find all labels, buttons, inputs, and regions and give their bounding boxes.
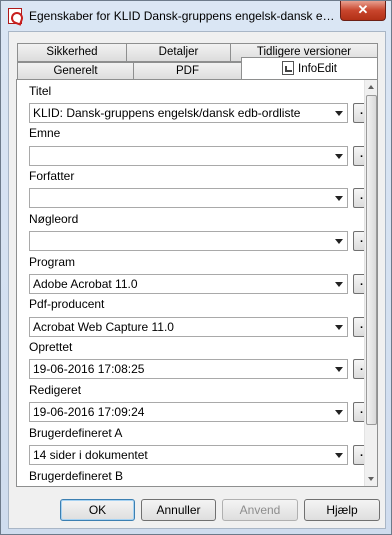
brugerdefineret-a-combobox[interactable]: 14 sider i dokumentet (29, 445, 348, 465)
field-label-pdf-producent: Pdf-producent (29, 297, 105, 311)
redigeret-dot-button[interactable]: . (353, 402, 364, 422)
window-title: Egenskaber for KLID Dansk-gruppens engel… (29, 9, 339, 23)
oprettet-dot-button[interactable]: . (353, 359, 364, 379)
chevron-down-icon[interactable] (335, 325, 343, 330)
program-combobox[interactable]: Adobe Acrobat 11.0 (29, 274, 348, 294)
chevron-down-icon[interactable] (335, 453, 343, 458)
vertical-scrollbar[interactable] (364, 80, 377, 486)
scrollbar-thumb[interactable] (366, 95, 377, 425)
chevron-down-icon[interactable] (335, 111, 343, 116)
emne-combobox[interactable] (29, 146, 348, 166)
properties-dialog: Egenskaber for KLID Dansk-gruppens engel… (0, 0, 392, 535)
pdf-producent-combobox[interactable]: Acrobat Web Capture 11.0 (29, 317, 348, 337)
redigeret-combobox[interactable]: 19-06-2016 17:09:24 (29, 402, 348, 422)
fields-scroll-area: Titel KLID: Dansk-gruppens engelsk/dansk… (17, 80, 364, 486)
scroll-up-arrow-icon[interactable] (365, 81, 378, 94)
forfatter-dot-button[interactable]: . (353, 188, 364, 208)
cancel-button[interactable]: Annuller (141, 499, 216, 521)
tab-infoedit-label: InfoEdit (298, 63, 337, 75)
titel-dot-button[interactable]: . (353, 103, 364, 123)
ok-button[interactable]: OK (60, 499, 135, 521)
field-label-forfatter: Forfatter (29, 169, 75, 183)
program-dot-button[interactable]: . (353, 274, 364, 294)
pdf-file-icon (8, 8, 22, 24)
field-label-brugerdefineret-a: Brugerdefineret A (29, 426, 123, 440)
scroll-down-arrow-icon[interactable] (365, 472, 378, 485)
chevron-down-icon[interactable] (335, 282, 343, 287)
infoedit-panel: Titel KLID: Dansk-gruppens engelsk/dansk… (16, 79, 378, 487)
pdf-producent-dot-button[interactable]: . (353, 317, 364, 337)
redigeret-value: 19-06-2016 17:09:24 (33, 405, 145, 419)
field-label-emne: Emne (29, 126, 61, 140)
close-button[interactable]: ✕ (340, 1, 386, 21)
title-bar: Egenskaber for KLID Dansk-gruppens engel… (1, 1, 391, 31)
chevron-down-icon[interactable] (335, 410, 343, 415)
noegleord-dot-button[interactable]: . (353, 231, 364, 251)
apply-button[interactable]: Anvend (222, 499, 298, 521)
emne-dot-button[interactable]: . (353, 146, 364, 166)
pdf-producent-value: Acrobat Web Capture 11.0 (33, 320, 174, 334)
brugerdefineret-a-dot-button[interactable]: . (353, 445, 364, 465)
field-label-brugerdefineret-b: Brugerdefineret B (29, 469, 124, 483)
field-label-noegleord: Nøgleord (29, 212, 79, 226)
titel-combobox[interactable]: KLID: Dansk-gruppens engelsk/dansk edb-o… (29, 103, 348, 123)
forfatter-combobox[interactable] (29, 188, 348, 208)
chevron-down-icon[interactable] (335, 154, 343, 159)
tab-infoedit[interactable]: InfoEdit (241, 57, 378, 81)
tab-detaljer[interactable]: Detaljer (126, 43, 231, 62)
chevron-down-icon[interactable] (335, 196, 343, 201)
field-label-redigeret: Redigeret (29, 383, 82, 397)
field-label-oprettet: Oprettet (29, 340, 73, 354)
noegleord-combobox[interactable] (29, 231, 348, 251)
document-edit-icon (282, 61, 294, 75)
oprettet-value: 19-06-2016 17:08:25 (33, 362, 145, 376)
help-button[interactable]: Hjælp (304, 499, 380, 521)
field-label-titel: Titel (29, 84, 52, 98)
tab-sikkerhed[interactable]: Sikkerhed (17, 43, 127, 62)
program-value: Adobe Acrobat 11.0 (33, 277, 138, 291)
oprettet-combobox[interactable]: 19-06-2016 17:08:25 (29, 359, 348, 379)
chevron-down-icon[interactable] (335, 239, 343, 244)
brugerdefineret-a-value: 14 sider i dokumentet (33, 448, 148, 462)
field-label-program: Program (29, 255, 76, 269)
titel-value: KLID: Dansk-gruppens engelsk/dansk edb-o… (33, 106, 301, 120)
chevron-down-icon[interactable] (335, 367, 343, 372)
